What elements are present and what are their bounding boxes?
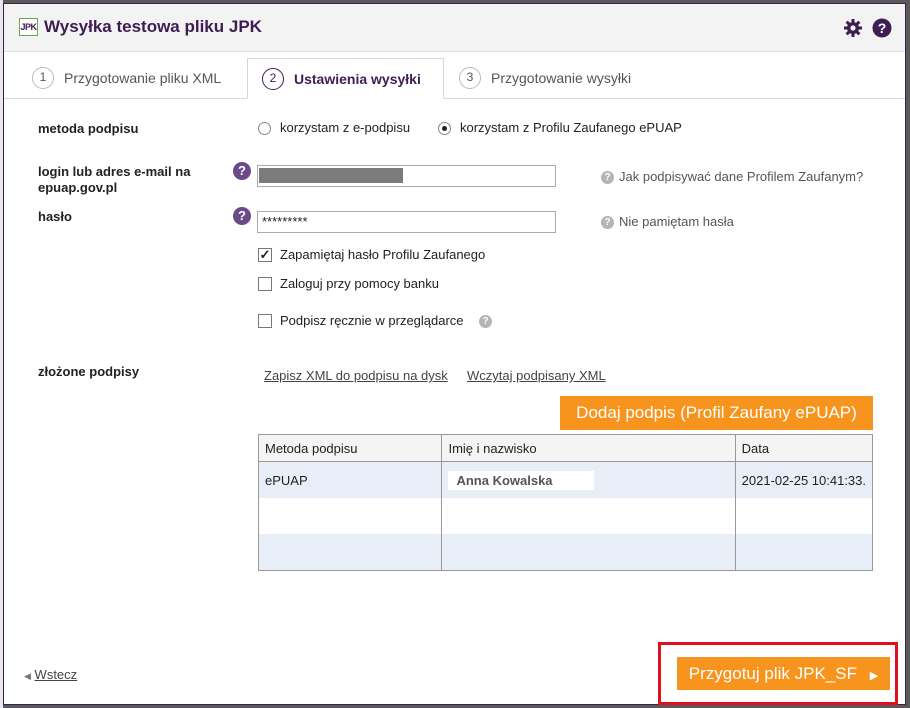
tab-prepare-send[interactable]: 3 Przygotowanie wysyłki <box>459 58 669 98</box>
column-header: Data <box>734 434 874 462</box>
manual-sign-label: Podpisz ręcznie w przeglądarce <box>280 313 464 328</box>
signer-name: Anna Kowalska <box>448 470 595 490</box>
method-label: metoda podpisu <box>38 121 139 136</box>
tab-number: 1 <box>32 67 54 90</box>
table-row <box>257 498 874 534</box>
gear-icon[interactable] <box>843 18 863 38</box>
tab-prepare-xml[interactable]: 1 Przygotowanie pliku XML <box>32 58 242 98</box>
triangle-left-icon: ◀ <box>24 671 31 681</box>
column-header: Metoda podpisu <box>257 434 443 462</box>
password-help-icon[interactable]: ? <box>233 207 251 225</box>
radio-e-signature[interactable] <box>258 122 271 135</box>
question-icon: ? <box>601 171 614 184</box>
cell-date: 2021-02-25 10:41:33. <box>734 461 874 498</box>
jpk-logo: JPK <box>19 18 38 36</box>
save-xml-link[interactable]: Zapisz XML do podpisu na dysk <box>264 368 448 383</box>
column-header: Imię i nazwisko <box>441 434 736 462</box>
question-icon[interactable]: ? <box>479 315 492 328</box>
send-dialog: JPK Wysyłka testowa pliku JPK ? 1 Przygot… <box>3 3 906 705</box>
triangle-right-icon: ▶ <box>869 669 879 682</box>
password-label: hasło <box>38 209 72 224</box>
cell-method: ePUAP <box>257 461 443 498</box>
forgot-password-link[interactable]: Nie pamiętam hasła <box>619 214 734 229</box>
tab-number: 3 <box>459 67 481 90</box>
table-row <box>257 534 874 571</box>
load-signed-xml-link[interactable]: Wczytaj podpisany XML <box>467 368 606 383</box>
add-signature-button[interactable]: Dodaj podpis (Profil Zaufany ePUAP) <box>560 396 873 430</box>
login-label: login lub adres e-mail na epuap.gov.pl <box>38 164 191 195</box>
radio-epuap-label: korzystam z Profilu Zaufanego ePUAP <box>460 120 682 135</box>
signatures-table: Metoda podpisu Imię i nazwisko Data ePUA… <box>257 434 874 571</box>
tab-send-settings[interactable]: 2 Ustawienia wysyłki <box>247 58 444 99</box>
epuap-help-link[interactable]: Jak podpisywać dane Profilem Zaufanym? <box>619 169 863 184</box>
tab-label: Przygotowanie wysyłki <box>491 70 632 86</box>
manual-sign-checkbox[interactable] <box>258 314 272 328</box>
cell-name: Anna Kowalska <box>441 461 736 498</box>
tab-bar: 1 Przygotowanie pliku XML 2 Ustawienia wys… <box>4 58 905 99</box>
tab-label: Przygotowanie pliku XML <box>64 70 222 86</box>
bank-login-label: Zaloguj przy pomocy banku <box>280 276 439 291</box>
back-link[interactable]: ◀ Wstecz <box>24 667 77 682</box>
tab-number: 2 <box>262 68 284 91</box>
prepare-jpk-label: Przygotuj plik JPK_SF <box>688 663 857 683</box>
help-icon[interactable]: ? <box>872 18 892 38</box>
question-icon: ? <box>601 216 614 229</box>
radio-epuap[interactable] <box>438 122 451 135</box>
bank-login-checkbox[interactable] <box>258 277 272 291</box>
prepare-jpk-button[interactable]: Przygotuj plik JPK_SF ▶ <box>677 657 890 690</box>
remember-password-label: Zapamiętaj hasło Profilu Zaufanego <box>280 247 486 262</box>
tab-label: Ustawienia wysyłki <box>294 71 421 87</box>
login-redacted-value <box>259 168 403 183</box>
signatures-label: złożone podpisy <box>38 364 140 379</box>
svg-text:?: ? <box>878 20 887 36</box>
radio-e-signature-label: korzystam z e-podpisu <box>280 120 411 135</box>
back-label: Wstecz <box>34 667 78 682</box>
remember-password-checkbox[interactable]: ✓ <box>258 248 272 262</box>
dialog-title: Wysyłka testowa pliku JPK <box>44 17 262 36</box>
table-row[interactable]: ePUAP Anna Kowalska 2021-02-25 10:41:33. <box>257 461 874 498</box>
password-input[interactable]: ********* <box>257 211 556 233</box>
login-help-icon[interactable]: ? <box>233 162 251 180</box>
dialog-titlebar: JPK Wysyłka testowa pliku JPK ? <box>4 4 905 52</box>
